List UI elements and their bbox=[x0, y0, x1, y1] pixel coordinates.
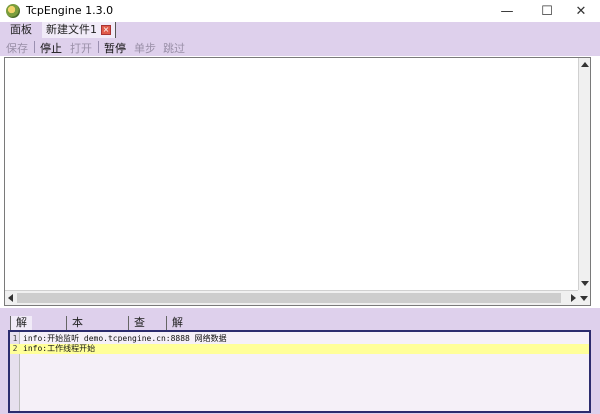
tab-panel[interactable]: 面板 bbox=[6, 22, 36, 38]
horizontal-scroll-thumb[interactable] bbox=[17, 293, 561, 303]
bottom-panel: 解析代码 本地日志 查找 解码库 1 info:开始监听 demo.tcpeng… bbox=[0, 308, 600, 414]
app-icon bbox=[6, 4, 20, 18]
tab-local-log[interactable]: 本地日志 bbox=[66, 316, 88, 371]
log-line-text: info:开始监听 demo.tcpengine.cn:8888 网络数据 bbox=[23, 334, 227, 343]
tab-parse-code[interactable]: 解析代码 bbox=[10, 316, 32, 371]
tab-new-file-label: 新建文件1 bbox=[46, 23, 97, 36]
title-bar: TcpEngine 1.3.0 — ☐ ✕ bbox=[0, 0, 600, 22]
scroll-corner bbox=[578, 290, 590, 305]
main-editor[interactable] bbox=[4, 57, 591, 306]
tab-find[interactable]: 查找 bbox=[128, 316, 150, 343]
maximize-button[interactable]: ☐ bbox=[532, 0, 562, 22]
log-line: 1 info:开始监听 demo.tcpengine.cn:8888 网络数据 bbox=[10, 334, 589, 344]
skip-button[interactable]: 跳过 bbox=[163, 40, 185, 56]
tab-decoder-lib[interactable]: 解码库 bbox=[166, 316, 188, 357]
log-line-text: info:工作线程开始 bbox=[23, 344, 96, 353]
toolbar-separator bbox=[98, 41, 99, 53]
scroll-right-icon[interactable] bbox=[571, 294, 576, 302]
stop-button[interactable]: 停止 bbox=[40, 40, 62, 56]
pause-button[interactable]: 暂停 bbox=[104, 40, 126, 56]
tab-strip: 面板 新建文件1 × bbox=[0, 22, 600, 38]
horizontal-scrollbar[interactable] bbox=[5, 290, 579, 305]
step-button[interactable]: 单步 bbox=[134, 40, 156, 56]
minimize-button[interactable]: — bbox=[492, 0, 522, 22]
scroll-up-icon[interactable] bbox=[581, 62, 589, 67]
save-button[interactable]: 保存 bbox=[6, 40, 28, 56]
open-button[interactable]: 打开 bbox=[70, 40, 92, 56]
line-number: 1 bbox=[12, 334, 18, 343]
tab-new-file[interactable]: 新建文件1 × bbox=[42, 22, 116, 38]
toolbar: 保存 停止 打开 暂停 单步 跳过 bbox=[0, 38, 600, 56]
scroll-down-icon[interactable] bbox=[581, 281, 589, 286]
vertical-scrollbar[interactable] bbox=[578, 58, 590, 290]
window-title: TcpEngine 1.3.0 bbox=[26, 4, 114, 17]
toolbar-separator bbox=[34, 41, 35, 53]
close-window-button[interactable]: ✕ bbox=[566, 0, 596, 22]
log-output[interactable]: 1 info:开始监听 demo.tcpengine.cn:8888 网络数据 … bbox=[8, 330, 591, 413]
close-icon[interactable]: × bbox=[101, 25, 111, 35]
scroll-left-icon[interactable] bbox=[8, 294, 13, 302]
log-line-highlighted: 2 info:工作线程开始 bbox=[10, 344, 589, 354]
line-number: 2 bbox=[12, 344, 18, 353]
scroll-down-icon[interactable] bbox=[580, 296, 588, 301]
